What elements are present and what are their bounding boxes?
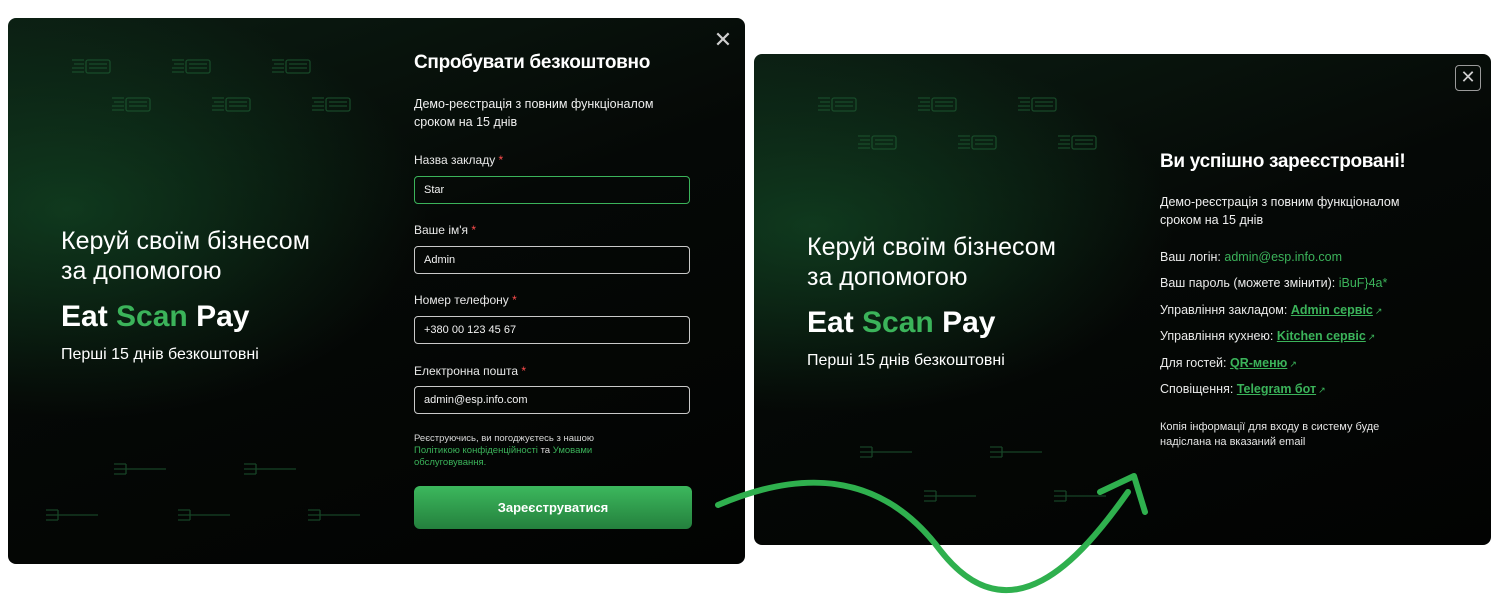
curved-arrow-icon	[715, 473, 1148, 594]
